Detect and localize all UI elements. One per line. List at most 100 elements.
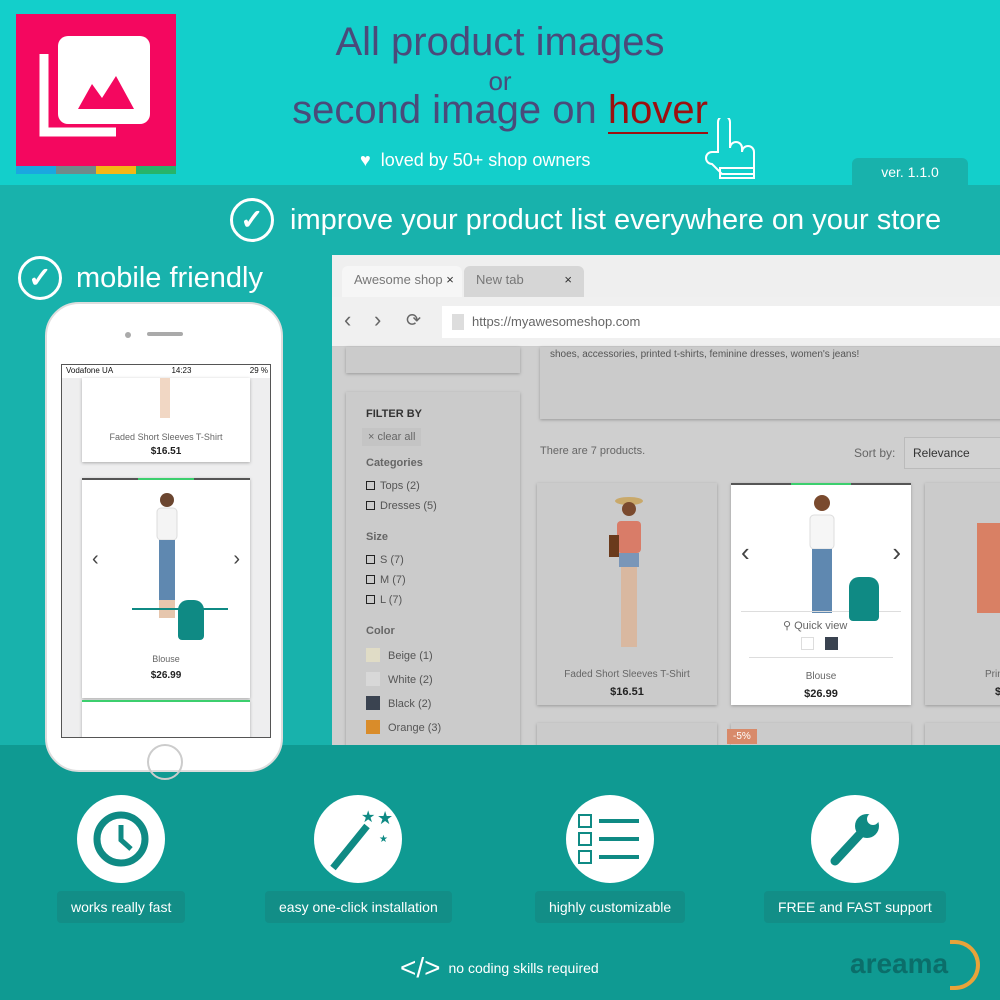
browser-window: Awesome shop × New tab × ‹ › ⟳ https://my…	[332, 255, 1000, 745]
product-card-hovered[interactable]: ‹ › ⚲ Quick view Blouse $26.99	[731, 483, 911, 705]
headline-line1: All product images	[335, 20, 665, 64]
product-card[interactable]	[537, 723, 717, 745]
filter-size-l[interactable]: L (7)	[366, 594, 402, 606]
filter-color-black[interactable]: Black (2)	[366, 696, 431, 710]
next-image-arrow[interactable]: ›	[233, 548, 240, 571]
close-icon[interactable]: ×	[564, 266, 572, 294]
tab-label: New tab	[476, 272, 524, 287]
toolbar: ‹ › ⟳ https://myawesomeshop.com	[332, 297, 1000, 347]
filter-label: White (2)	[388, 674, 433, 686]
phone-screen: Vodafone UA 14:23 29 % Faded Short Sleeves…	[61, 364, 271, 738]
sort-select[interactable]: Relevance	[904, 437, 1000, 469]
module-logo	[16, 14, 176, 174]
feature-install: ★ ★ ★ easy one-click installation	[265, 795, 452, 923]
clock-icon	[77, 795, 166, 883]
image-indicator	[138, 478, 194, 480]
loved-by-text: ♥ loved by 50+ shop owners	[360, 150, 590, 171]
feature-label: FREE and FAST support	[764, 891, 946, 923]
reload-icon[interactable]: ⟳	[406, 310, 421, 331]
phone-mockup: Vodafone UA 14:23 29 % Faded Short Sleeves…	[45, 302, 283, 780]
clear-all-button[interactable]: × clear all	[362, 428, 422, 446]
discount-badge: -5%	[727, 729, 757, 744]
forward-icon[interactable]: ›	[374, 307, 381, 333]
address-bar[interactable]: https://myawesomeshop.com	[442, 306, 1000, 338]
filter-panel: FILTER BY × clear all Categories Tops (2…	[346, 392, 520, 745]
code-icon: </>	[400, 952, 441, 983]
carrier: Vodafone UA	[66, 366, 114, 375]
magic-wand-icon: ★ ★ ★	[314, 795, 403, 883]
filter-size-s[interactable]: S (7)	[366, 554, 404, 566]
clock: 14:23	[171, 366, 192, 375]
clear-all-label: clear all	[377, 431, 416, 443]
filter-color-white[interactable]: White (2)	[366, 672, 433, 686]
color-label: Color	[366, 625, 395, 637]
pointer-hand-icon	[704, 115, 760, 187]
feature-label: highly customizable	[535, 891, 686, 923]
status-bar: Vodafone UA 14:23 29 %	[62, 365, 270, 378]
feature-fast: works really fast	[57, 795, 186, 923]
filter-dresses[interactable]: Dresses (5)	[366, 500, 437, 512]
heart-icon: ♥	[360, 150, 371, 170]
headline-prefix: second image on	[292, 88, 608, 132]
tab-awesome-shop[interactable]: Awesome shop ×	[342, 266, 462, 297]
filter-tops[interactable]: Tops (2)	[366, 480, 420, 492]
sidebar-block	[346, 347, 520, 373]
product-name: Faded Short Sleeves T-Shirt	[109, 432, 223, 442]
product-price: $16.51	[610, 686, 644, 698]
filter-size-m[interactable]: M (7)	[366, 574, 406, 586]
product-card[interactable]: Faded Short Sleeves T-Shirt $16.51	[537, 483, 717, 705]
filter-label: Beige (1)	[388, 650, 433, 662]
tab-label: Awesome shop	[354, 272, 443, 287]
search-icon: ⚲	[783, 620, 792, 632]
svg-text:★: ★	[379, 834, 388, 845]
category-description: shoes, accessories, printed t-shirts, fe…	[540, 347, 1000, 419]
product-card[interactable]: -5%	[727, 723, 911, 745]
tab-bar: Awesome shop × New tab ×	[332, 255, 1000, 297]
image-indicator	[791, 483, 851, 485]
url-text: https://myawesomeshop.com	[472, 314, 641, 329]
svg-text:★: ★	[377, 808, 393, 828]
product-name: Prin	[985, 669, 1000, 680]
color-swatch-white[interactable]	[801, 637, 814, 650]
phone-product-card[interactable]	[82, 700, 250, 737]
product-card[interactable]: Prin $	[925, 483, 1000, 705]
page-icon	[452, 314, 464, 330]
version-badge: ver. 1.1.0	[852, 158, 968, 186]
filter-label: S (7)	[380, 554, 404, 566]
prev-image-arrow[interactable]: ‹	[92, 548, 99, 571]
close-icon[interactable]: ×	[446, 272, 454, 287]
tab-new-tab[interactable]: New tab ×	[464, 266, 584, 297]
product-name: Blouse	[152, 654, 180, 664]
product-card[interactable]	[925, 723, 1000, 745]
phone-product-card[interactable]: Faded Short Sleeves T-Shirt $16.51	[82, 378, 250, 462]
pointer-hand-icon	[178, 600, 204, 640]
home-button[interactable]	[147, 744, 183, 780]
back-icon[interactable]: ‹	[344, 307, 351, 333]
filter-color-beige[interactable]: Beige (1)	[366, 648, 433, 662]
next-image-arrow[interactable]: ›	[892, 537, 901, 568]
color-swatch-black[interactable]	[825, 637, 838, 650]
loved-label: loved by 50+ shop owners	[380, 150, 591, 170]
product-name: Blouse	[805, 671, 837, 682]
feature-support: FREE and FAST support	[764, 795, 946, 923]
quick-view-label: Quick view	[794, 620, 848, 632]
product-image	[805, 493, 839, 618]
svg-text:★: ★	[361, 809, 375, 826]
sort-label: Sort by:	[854, 446, 896, 460]
filter-label: Tops (2)	[380, 480, 420, 492]
mobile-feature: ✓ mobile friendly	[18, 256, 263, 300]
phone-product-card[interactable]: ‹ › Blouse $26.99	[82, 478, 250, 698]
prev-image-arrow[interactable]: ‹	[741, 537, 750, 568]
filter-label: Dresses (5)	[380, 500, 437, 512]
no-coding-label: no coding skills required	[448, 960, 599, 976]
filter-color-orange[interactable]: Orange (3)	[366, 720, 441, 734]
filter-label: M (7)	[380, 574, 406, 586]
feature-customizable: highly customizable	[535, 795, 686, 923]
product-price: $26.99	[150, 670, 182, 681]
size-label: Size	[366, 531, 389, 543]
filter-label: L (7)	[380, 594, 403, 606]
check-icon: ✓	[18, 256, 62, 300]
images-icon	[39, 36, 150, 137]
quick-view-button[interactable]: ⚲ Quick view	[783, 619, 847, 632]
headline-line2: second image on hover	[250, 88, 750, 134]
